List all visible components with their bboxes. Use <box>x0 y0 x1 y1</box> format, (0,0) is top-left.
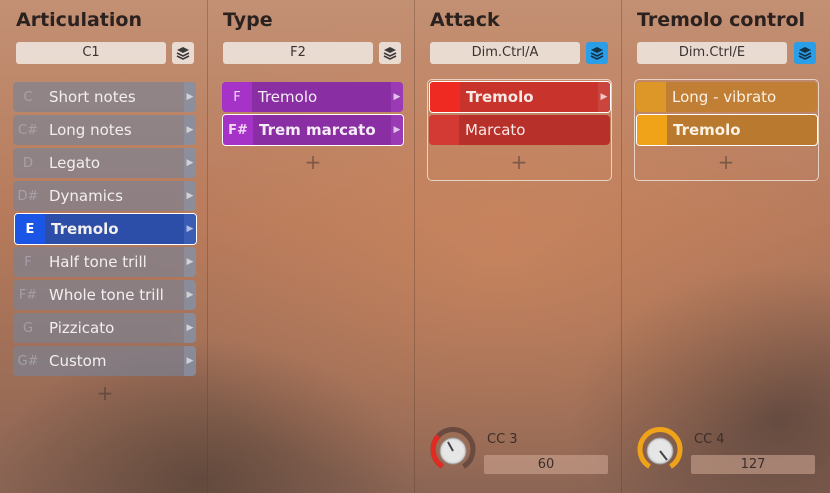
articulation-label: Custom <box>49 352 107 370</box>
articulation-label: Legato <box>49 154 101 172</box>
attack-layers-button[interactable] <box>586 42 608 64</box>
tremolo-control-cc-knob[interactable] <box>636 426 684 474</box>
attack-slot-tremolo[interactable]: Tremolo ▶ <box>429 81 611 113</box>
attack-cc-value[interactable]: 60 <box>484 455 608 474</box>
layers-icon <box>383 47 397 60</box>
type-slot-trem-marcato[interactable]: F# Trem marcato ▶ <box>222 114 404 146</box>
attack-cc-knob[interactable] <box>429 426 477 474</box>
articulation-note: F <box>24 254 32 270</box>
articulation-label: Tremolo <box>51 220 119 238</box>
layers-icon <box>798 47 812 60</box>
type-column: Type F2 F Tremolo ▶ F# Trem marcato ▶ + <box>208 0 415 493</box>
articulation-layers-button[interactable] <box>172 42 194 64</box>
articulation-slot-custom[interactable]: G# Custom ▶ <box>13 346 196 376</box>
type-key-field[interactable]: F2 <box>223 42 373 64</box>
type-layers-button[interactable] <box>379 42 401 64</box>
chevron-right-icon[interactable]: ▶ <box>184 214 196 244</box>
chevron-right-icon[interactable]: ▶ <box>184 181 196 211</box>
articulation-label: Long notes <box>49 121 132 139</box>
chevron-right-icon[interactable]: ▶ <box>598 82 610 112</box>
articulation-note: D <box>22 155 33 171</box>
chevron-right-icon[interactable]: ▶ <box>184 82 196 112</box>
attack-column: Attack Dim.Ctrl/A Tremolo ▶ Marcato + CC… <box>415 0 622 493</box>
chevron-right-icon[interactable]: ▶ <box>391 82 403 112</box>
attack-slot-marcato[interactable]: Marcato <box>429 115 610 145</box>
attack-label: Tremolo <box>466 88 534 106</box>
tremolo-control-note <box>636 82 666 112</box>
articulation-slot-long-notes[interactable]: C# Long notes ▶ <box>13 115 196 145</box>
tremolo-control-label: Long - vibrato <box>672 88 777 106</box>
type-label: Trem marcato <box>259 121 376 139</box>
tremolo-control-cc-label: CC 4 <box>694 432 725 447</box>
add-articulation-button[interactable]: + <box>95 381 115 405</box>
type-note: F <box>222 82 252 112</box>
articulation-label: Pizzicato <box>49 319 115 337</box>
attack-key-field[interactable]: Dim.Ctrl/A <box>430 42 580 64</box>
articulation-title: Articulation <box>16 9 142 31</box>
tremolo-control-slot-long-vibrato[interactable]: Long - vibrato <box>636 82 817 112</box>
articulation-slot-pizzicato[interactable]: G Pizzicato ▶ <box>13 313 196 343</box>
tremolo-control-layers-button[interactable] <box>794 42 816 64</box>
articulation-label: Short notes <box>49 88 136 106</box>
articulation-key-field[interactable]: C1 <box>16 42 166 64</box>
chevron-right-icon[interactable]: ▶ <box>184 280 196 310</box>
chevron-right-icon[interactable]: ▶ <box>184 346 196 376</box>
articulation-label: Whole tone trill <box>49 286 164 304</box>
chevron-right-icon[interactable]: ▶ <box>184 247 196 277</box>
articulation-slot-half-tone-trill[interactable]: F Half tone trill ▶ <box>13 247 196 277</box>
attack-cc-label: CC 3 <box>487 432 518 447</box>
attack-title: Attack <box>430 9 500 31</box>
articulation-slot-legato[interactable]: D Legato ▶ <box>13 148 196 178</box>
articulation-note: G <box>22 320 34 336</box>
articulation-note: F# <box>18 287 38 303</box>
articulation-note: E <box>15 214 45 244</box>
add-tremolo-control-button[interactable]: + <box>716 150 736 174</box>
chevron-right-icon[interactable]: ▶ <box>391 115 403 145</box>
articulation-label: Dynamics <box>49 187 123 205</box>
articulation-note: C# <box>18 122 38 138</box>
tremolo-control-note <box>637 115 667 145</box>
add-attack-button[interactable]: + <box>509 150 529 174</box>
layers-icon <box>590 47 604 60</box>
tremolo-control-title: Tremolo control <box>637 9 806 31</box>
type-title: Type <box>223 9 273 31</box>
articulation-slot-tremolo[interactable]: E Tremolo ▶ <box>14 213 197 245</box>
add-type-button[interactable]: + <box>303 150 323 174</box>
tremolo-control-cc-value[interactable]: 127 <box>691 455 815 474</box>
tremolo-control-column: Tremolo control Dim.Ctrl/E Long - vibrat… <box>622 0 830 493</box>
layers-icon <box>176 47 190 60</box>
articulation-slot-short-notes[interactable]: C Short notes ▶ <box>13 82 196 112</box>
articulation-note: C <box>23 89 33 105</box>
type-label: Tremolo <box>258 88 318 106</box>
chevron-right-icon[interactable]: ▶ <box>184 115 196 145</box>
articulation-slot-dynamics[interactable]: D# Dynamics ▶ <box>13 181 196 211</box>
attack-label: Marcato <box>465 121 526 139</box>
articulation-note: D# <box>17 188 39 204</box>
articulation-label: Half tone trill <box>49 253 147 271</box>
articulation-column: Articulation C1 C Short notes ▶ C# Long … <box>0 0 208 493</box>
attack-note <box>429 115 459 145</box>
tremolo-control-slot-tremolo[interactable]: Tremolo <box>636 114 818 146</box>
type-note: F# <box>223 115 253 145</box>
articulation-note: G# <box>17 353 39 369</box>
type-slot-tremolo[interactable]: F Tremolo ▶ <box>222 82 403 112</box>
chevron-right-icon[interactable]: ▶ <box>184 148 196 178</box>
tremolo-control-key-field[interactable]: Dim.Ctrl/E <box>637 42 787 64</box>
chevron-right-icon[interactable]: ▶ <box>184 313 196 343</box>
attack-note <box>430 82 460 112</box>
tremolo-control-label: Tremolo <box>673 121 741 139</box>
articulation-slot-whole-tone-trill[interactable]: F# Whole tone trill ▶ <box>13 280 196 310</box>
